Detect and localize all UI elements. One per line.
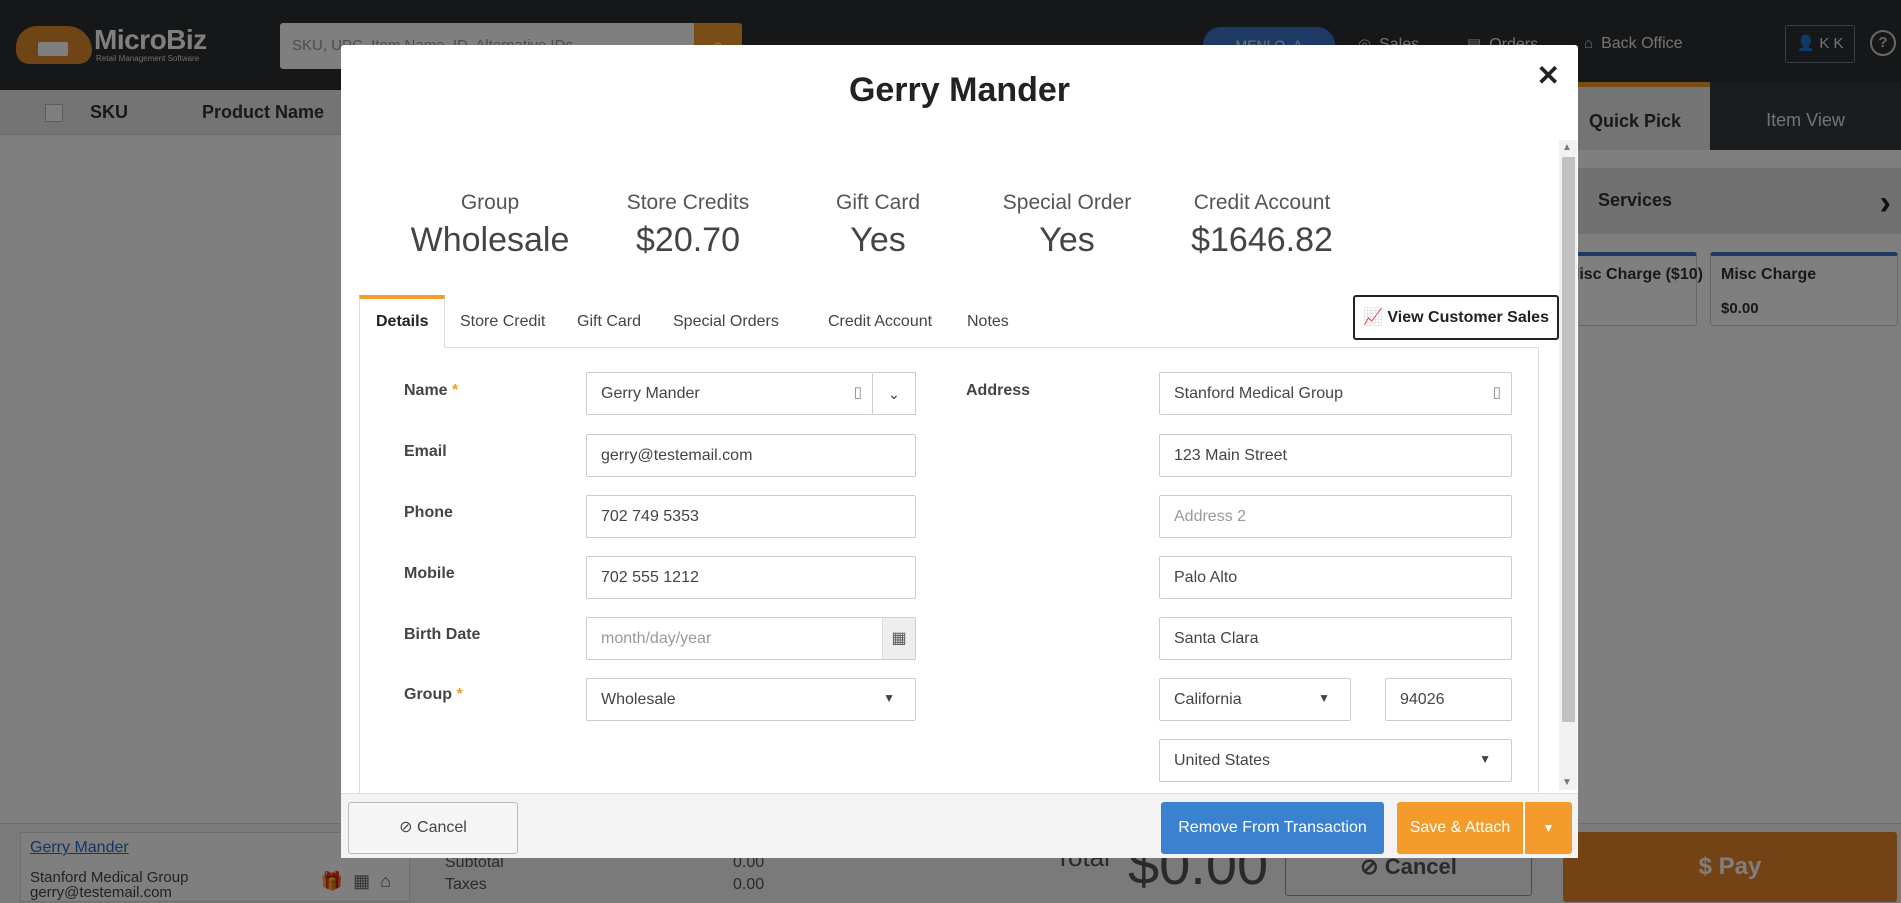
address-line1-field[interactable]: 123 Main Street	[1159, 434, 1512, 477]
tab-details[interactable]: Details	[359, 295, 446, 348]
contact-card-icon: ▯	[1492, 384, 1501, 401]
cancel-button[interactable]: ⊘ Cancel	[348, 802, 518, 854]
caret-down-icon: ▼	[883, 691, 895, 705]
caret-down-icon: ▼	[1479, 752, 1491, 766]
ban-icon: ⊘	[399, 819, 413, 836]
tab-special-orders[interactable]: Special Orders	[673, 295, 779, 347]
group-label: Group *	[404, 686, 463, 703]
scroll-up-icon[interactable]: ▲	[1562, 142, 1572, 153]
address-company-field[interactable]: Stanford Medical Group ▯	[1159, 372, 1512, 415]
city-field[interactable]: Palo Alto	[1159, 556, 1512, 599]
phone-field[interactable]: 702 749 5353	[586, 495, 916, 538]
stat-credit-account: Credit Account $1646.82	[1191, 191, 1333, 259]
phone-label: Phone	[404, 504, 453, 521]
birth-date-field[interactable]: month/day/year ▦	[586, 617, 916, 660]
save-options-dropdown[interactable]: ▼	[1524, 802, 1572, 854]
modal-scrollbar[interactable]: ▲ ▼	[1559, 140, 1577, 790]
zip-field[interactable]: 94026	[1385, 678, 1512, 721]
group-select[interactable]: Wholesale ▼	[586, 678, 916, 721]
calendar-icon[interactable]: ▦	[882, 618, 915, 659]
modal-footer: ⊘ Cancel Remove From Transaction Save & …	[341, 793, 1578, 858]
modal-title: Gerry Mander	[848, 71, 1071, 109]
remove-from-transaction-button[interactable]: Remove From Transaction	[1161, 802, 1384, 854]
address-label: Address	[966, 382, 1031, 399]
birth-date-label: Birth Date	[404, 626, 481, 643]
caret-down-icon: ▼	[1318, 691, 1330, 705]
contact-card-icon: ▯	[853, 384, 862, 401]
save-attach-button[interactable]: Save & Attach	[1397, 802, 1523, 854]
customer-modal: Gerry Mander ✕ ▲ ▼ Group Wholesale Store…	[341, 45, 1578, 858]
stat-group: Group Wholesale	[410, 191, 570, 259]
mobile-field[interactable]: 702 555 1212	[586, 556, 916, 599]
country-select[interactable]: United States ▼	[1159, 739, 1512, 782]
view-customer-sales-button[interactable]: 📈 View Customer Sales	[1353, 295, 1559, 340]
email-label: Email	[404, 443, 447, 460]
line-chart-icon: 📈	[1363, 309, 1383, 326]
chevron-down-icon[interactable]: ⌄	[873, 372, 916, 415]
required-marker: *	[452, 382, 459, 399]
tab-notes[interactable]: Notes	[967, 295, 1009, 347]
scroll-down-icon[interactable]: ▼	[1562, 777, 1572, 788]
required-marker: *	[456, 686, 463, 703]
caret-down-icon: ▼	[1542, 821, 1555, 835]
address-line2-field[interactable]: Address 2	[1159, 495, 1512, 538]
name-field[interactable]: Gerry Mander ▯	[586, 372, 873, 415]
mobile-label: Mobile	[404, 565, 455, 582]
stat-store-credits: Store Credits $20.70	[626, 191, 750, 259]
tab-credit-account[interactable]: Credit Account	[828, 295, 932, 347]
tab-store-credit[interactable]: Store Credit	[460, 295, 545, 347]
county-field[interactable]: Santa Clara	[1159, 617, 1512, 660]
email-field[interactable]: gerry@testemail.com	[586, 434, 916, 477]
stat-gift-card: Gift Card Yes	[835, 191, 921, 259]
stat-special-order: Special Order Yes	[1002, 191, 1132, 259]
scrollbar-thumb[interactable]	[1562, 157, 1575, 722]
state-select[interactable]: California ▼	[1159, 678, 1351, 721]
tab-gift-card[interactable]: Gift Card	[577, 295, 641, 347]
name-label: Name *	[404, 382, 459, 399]
close-icon[interactable]: ✕	[1537, 59, 1560, 92]
